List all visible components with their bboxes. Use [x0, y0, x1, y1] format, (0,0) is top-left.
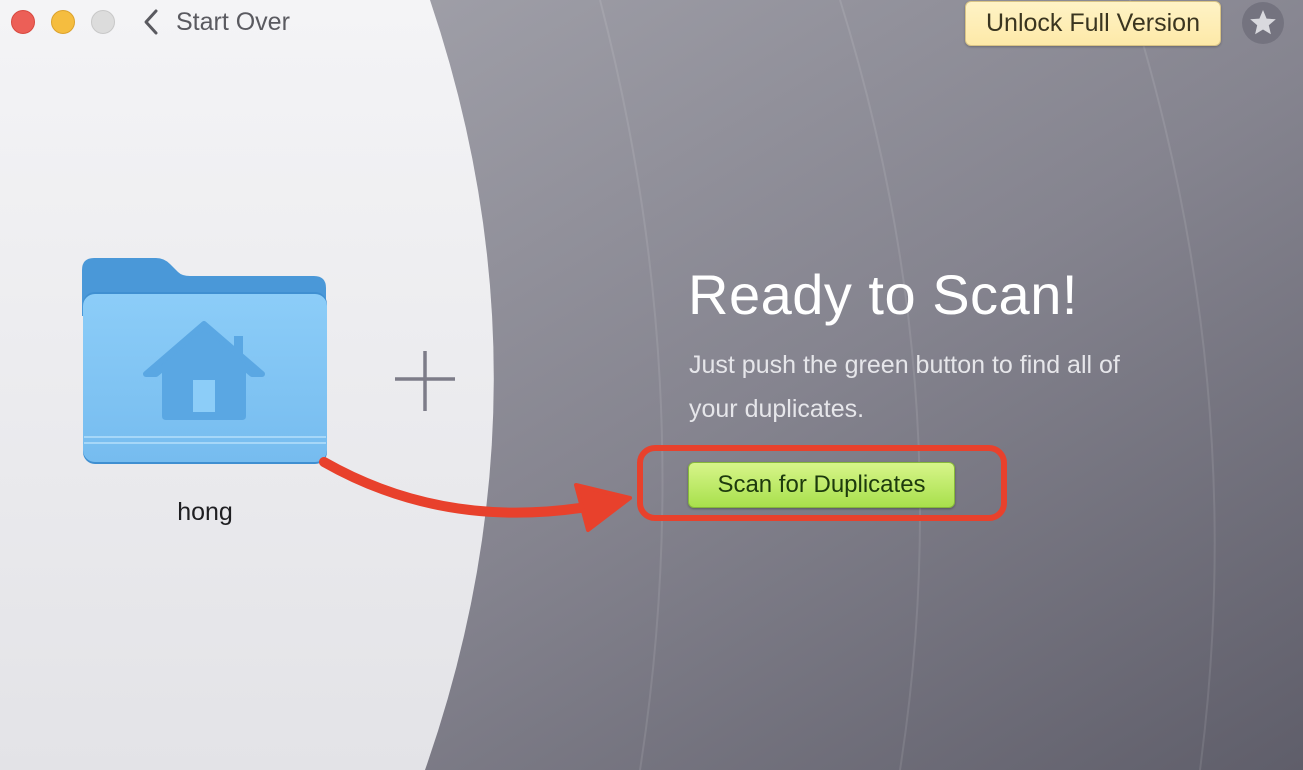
- window-close-button[interactable]: [11, 10, 35, 34]
- unlock-full-version-button[interactable]: Unlock Full Version: [965, 1, 1221, 46]
- start-over-label: Start Over: [176, 7, 290, 36]
- window-zoom-button[interactable]: [91, 10, 115, 34]
- folder-name-label: hong: [177, 498, 233, 526]
- unlock-label: Unlock Full Version: [986, 9, 1200, 37]
- scan-button-label: Scan for Duplicates: [717, 471, 926, 498]
- star-icon: [1242, 2, 1284, 44]
- chevron-left-icon: [142, 8, 160, 36]
- instruction-text: Just push the green button to find all o…: [689, 351, 1120, 423]
- ready-heading: Ready to Scan!: [688, 263, 1078, 326]
- home-folder-icon[interactable]: [82, 256, 328, 468]
- window-minimize-button[interactable]: [51, 10, 75, 34]
- start-over-button[interactable]: Start Over: [142, 6, 290, 38]
- plus-icon[interactable]: [393, 349, 457, 413]
- scan-for-duplicates-button[interactable]: Scan for Duplicates: [688, 462, 955, 508]
- favorite-button[interactable]: [1241, 1, 1285, 45]
